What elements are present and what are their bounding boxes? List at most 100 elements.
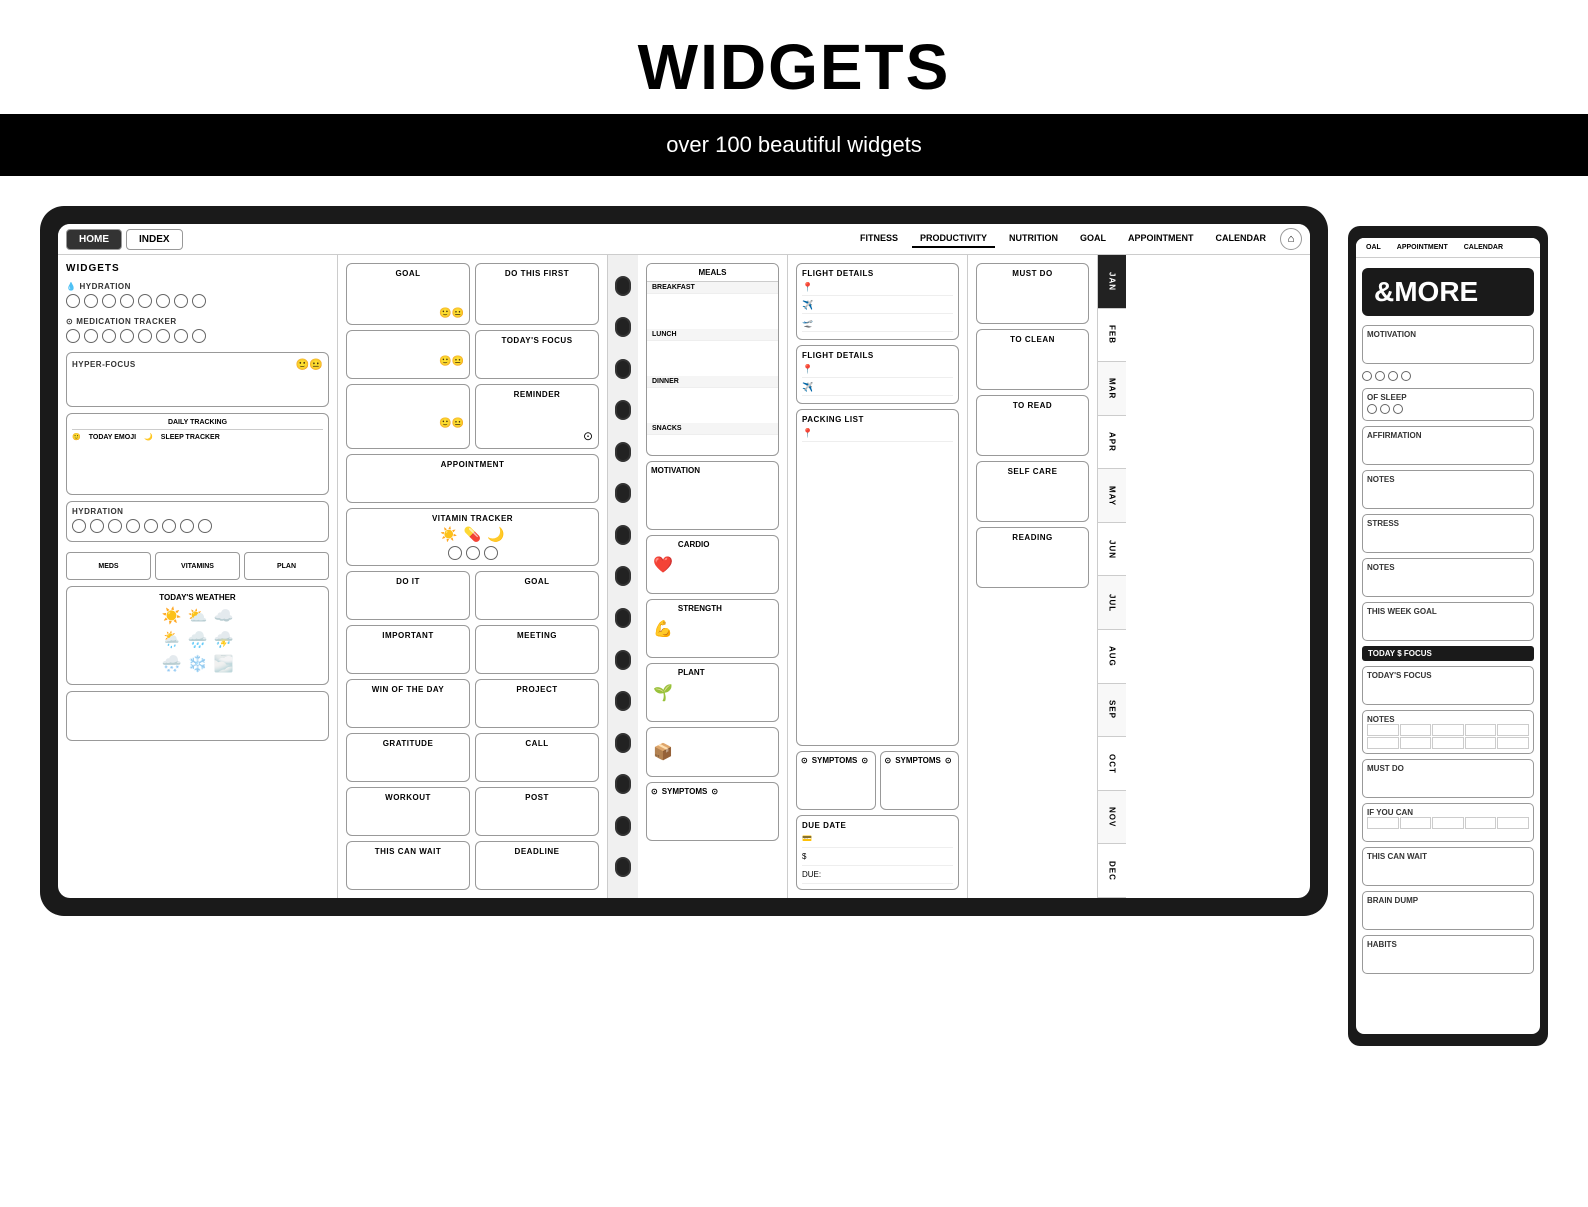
- tab-goal[interactable]: GOAL: [1072, 230, 1114, 248]
- plan-box[interactable]: PLAN: [244, 552, 329, 580]
- hydration-circle-1[interactable]: [66, 294, 80, 308]
- h2-circle-4[interactable]: [126, 519, 140, 533]
- month-feb[interactable]: FEB: [1098, 309, 1126, 363]
- reading-body[interactable]: [982, 542, 1083, 582]
- daily-tracking-body[interactable]: [72, 444, 323, 489]
- post-body[interactable]: [481, 802, 593, 830]
- deadline-body[interactable]: [481, 856, 593, 884]
- tab-calendar[interactable]: CALENDAR: [1208, 230, 1275, 248]
- do-this-first-body[interactable]: [481, 278, 593, 306]
- fs-body-2[interactable]: [885, 765, 955, 805]
- to-read-body[interactable]: [982, 410, 1083, 450]
- tab-index[interactable]: INDEX: [126, 229, 183, 250]
- h2-circle-8[interactable]: [198, 519, 212, 533]
- hyper-focus-body[interactable]: [72, 371, 323, 401]
- must-do-body[interactable]: [982, 278, 1083, 318]
- workout-body[interactable]: [352, 802, 464, 830]
- month-apr[interactable]: APR: [1098, 416, 1126, 470]
- appointment-body[interactable]: [354, 469, 591, 497]
- reminder-body[interactable]: [481, 399, 593, 427]
- gratitude-body[interactable]: [352, 748, 464, 776]
- breakfast-body[interactable]: [647, 294, 778, 329]
- h2-circle-2[interactable]: [90, 519, 104, 533]
- side-weekgoal-body[interactable]: [1367, 616, 1529, 636]
- plant-body[interactable]: [678, 677, 705, 717]
- h2-circle-5[interactable]: [144, 519, 158, 533]
- h2-circle-3[interactable]: [108, 519, 122, 533]
- side-ifyoucan-body[interactable]: [1367, 817, 1529, 837]
- med-circle-1[interactable]: [66, 329, 80, 343]
- side-motivation-body[interactable]: [1367, 339, 1529, 359]
- strength-body[interactable]: [678, 613, 722, 653]
- side-braindump-body[interactable]: [1367, 905, 1529, 925]
- side-affirmation-body[interactable]: [1367, 440, 1529, 460]
- month-nov[interactable]: NOV: [1098, 791, 1126, 845]
- side-tab-goal[interactable]: OAL: [1360, 242, 1387, 253]
- tab-home[interactable]: HOME: [66, 229, 122, 250]
- tab-productivity[interactable]: PRODUCTIVITY: [912, 230, 995, 248]
- month-aug[interactable]: AUG: [1098, 630, 1126, 684]
- ss-circle-3[interactable]: [1393, 404, 1403, 414]
- side-stress-body[interactable]: [1367, 528, 1529, 548]
- h2-circle-1[interactable]: [72, 519, 86, 533]
- this-can-wait-body[interactable]: [352, 856, 464, 884]
- important-body[interactable]: [352, 640, 464, 668]
- month-jun[interactable]: JUN: [1098, 523, 1126, 577]
- med-circle-6[interactable]: [156, 329, 170, 343]
- goal-body[interactable]: [352, 278, 464, 306]
- to-clean-body[interactable]: [982, 344, 1083, 384]
- h2-circle-7[interactable]: [180, 519, 194, 533]
- month-oct[interactable]: OCT: [1098, 737, 1126, 791]
- motivation-body[interactable]: [651, 475, 774, 525]
- side-todaysfocus-body[interactable]: [1367, 680, 1529, 700]
- month-mar[interactable]: MAR: [1098, 362, 1126, 416]
- symptoms-body-1[interactable]: [651, 796, 774, 836]
- do-it-body[interactable]: [352, 586, 464, 614]
- med-circle-2[interactable]: [84, 329, 98, 343]
- vit-circle-1[interactable]: [448, 546, 462, 560]
- ss-circle-1[interactable]: [1367, 404, 1377, 414]
- side-tab-calendar[interactable]: CALENDAR: [1458, 242, 1509, 253]
- med-circle-8[interactable]: [192, 329, 206, 343]
- hydration-circle-3[interactable]: [102, 294, 116, 308]
- med-circle-4[interactable]: [120, 329, 134, 343]
- vitamins-box[interactable]: VITAMINS: [155, 552, 240, 580]
- snacks-body[interactable]: [647, 435, 778, 455]
- side-habits-body[interactable]: [1367, 949, 1529, 969]
- month-sep[interactable]: SEP: [1098, 684, 1126, 738]
- win-of-day-body[interactable]: [352, 694, 464, 722]
- sh-circle-1[interactable]: [1362, 371, 1372, 381]
- todays-focus-body[interactable]: [481, 345, 593, 373]
- hydration-circle-4[interactable]: [120, 294, 134, 308]
- cardio-body[interactable]: [678, 549, 710, 589]
- hydration-circle-6[interactable]: [156, 294, 170, 308]
- call-body[interactable]: [481, 748, 593, 776]
- sh-circle-3[interactable]: [1388, 371, 1398, 381]
- side-mustdo-body[interactable]: [1367, 773, 1529, 793]
- med-circle-3[interactable]: [102, 329, 116, 343]
- vit-circle-3[interactable]: [484, 546, 498, 560]
- home-button[interactable]: ⌂: [1280, 228, 1302, 250]
- h2-circle-6[interactable]: [162, 519, 176, 533]
- goal3-body[interactable]: [481, 586, 593, 614]
- side-canwait-body[interactable]: [1367, 861, 1529, 881]
- project-body[interactable]: [481, 694, 593, 722]
- side-notes2-body[interactable]: [1367, 572, 1529, 592]
- tab-fitness[interactable]: FITNESS: [852, 230, 906, 248]
- med-circle-7[interactable]: [174, 329, 188, 343]
- hydration-circle-8[interactable]: [192, 294, 206, 308]
- self-care-body[interactable]: [982, 476, 1083, 516]
- hydration-circle-5[interactable]: [138, 294, 152, 308]
- lunch-body[interactable]: [647, 341, 778, 376]
- side-notes-body[interactable]: [1367, 484, 1529, 504]
- ss-circle-2[interactable]: [1380, 404, 1390, 414]
- dinner-body[interactable]: [647, 388, 778, 423]
- tab-appointment[interactable]: APPOINTMENT: [1120, 230, 1202, 248]
- month-jul[interactable]: JUL: [1098, 576, 1126, 630]
- sh-circle-2[interactable]: [1375, 371, 1385, 381]
- side-tab-appointment[interactable]: APPOINTMENT: [1391, 242, 1454, 253]
- hydration-circle-7[interactable]: [174, 294, 188, 308]
- hydration-circle-2[interactable]: [84, 294, 98, 308]
- month-dec[interactable]: DEC: [1098, 844, 1126, 898]
- month-may[interactable]: MAY: [1098, 469, 1126, 523]
